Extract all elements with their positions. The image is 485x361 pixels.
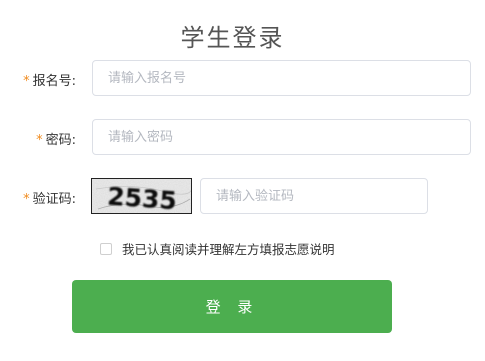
exam-no-label-row: * 报名号:	[0, 70, 76, 89]
password-input[interactable]	[92, 119, 471, 155]
agreement-label: 我已认真阅读并理解左方填报志愿说明	[122, 242, 335, 257]
required-mark: *	[23, 74, 30, 89]
captcha-graphic: 2535	[92, 179, 191, 214]
captcha-label-row: * 验证码:	[0, 188, 76, 207]
agreement-checkbox[interactable]	[100, 242, 112, 255]
login-button[interactable]: 登 录	[72, 280, 392, 333]
password-label-row: * 密码:	[0, 129, 76, 148]
captcha-label: 验证码:	[32, 192, 76, 207]
captcha-image[interactable]: 2535	[91, 178, 192, 214]
required-mark: *	[36, 133, 43, 148]
password-label: 密码:	[45, 133, 76, 148]
required-mark: *	[23, 192, 30, 207]
page-title: 学生登录	[180, 24, 285, 52]
captcha-input[interactable]	[200, 178, 428, 214]
exam-no-label: 报名号:	[32, 74, 76, 89]
captcha-text: 2535	[106, 182, 177, 214]
exam-no-input[interactable]	[92, 60, 471, 96]
agreement-row[interactable]: 我已认真阅读并理解左方填报志愿说明	[100, 239, 335, 258]
